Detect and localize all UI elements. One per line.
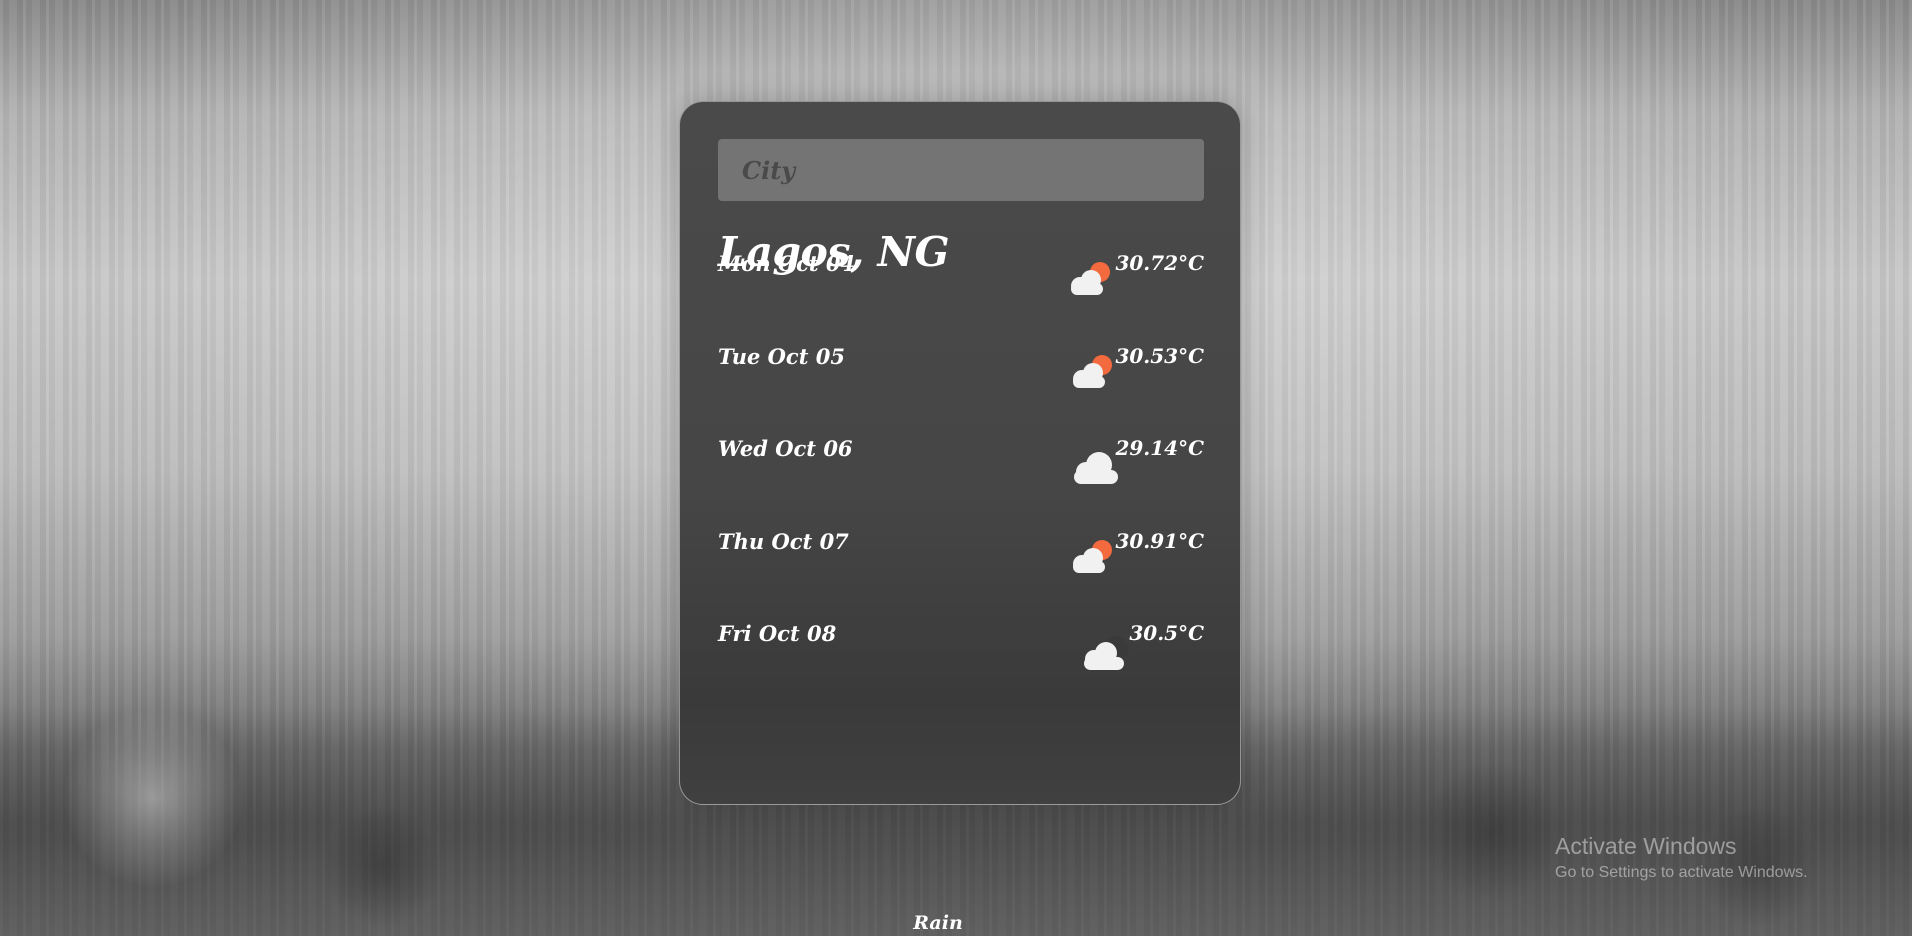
city-search-input[interactable] bbox=[718, 139, 1204, 201]
watermark-subtitle: Go to Settings to activate Windows. bbox=[1555, 864, 1808, 881]
forecast-day: Thu Oct 07 30.91°C bbox=[718, 529, 1204, 609]
sun-cloud-icon bbox=[1073, 355, 1112, 388]
watermark-title: Activate Windows bbox=[1555, 833, 1737, 859]
forecast-temperature: 29.14°C bbox=[1115, 436, 1204, 460]
forecast-temperature: 30.91°C bbox=[1115, 529, 1204, 553]
forecast-temperature: 30.72°C bbox=[1115, 251, 1204, 275]
forecast-temperature: 30.53°C bbox=[1115, 344, 1204, 368]
windows-activation-watermark: Activate Windows Go to Settings to activ… bbox=[1555, 833, 1808, 882]
weather-condition: Rain bbox=[913, 912, 963, 934]
forecast-day: Wed Oct 06 29.14°C bbox=[718, 436, 1204, 516]
forecast-date: Fri Oct 08 bbox=[718, 621, 837, 646]
sun-cloud-icon bbox=[1073, 540, 1112, 573]
forecast-date: Mon Oct 04 bbox=[718, 251, 856, 276]
forecast-date: Thu Oct 07 bbox=[718, 529, 849, 554]
weather-card: Lagos, NG Mon Oct 04 30.72°C Tue Oct 05 … bbox=[679, 101, 1241, 805]
forecast-date: Wed Oct 06 bbox=[718, 436, 853, 461]
sun-cloud-icon bbox=[1071, 262, 1110, 295]
forecast-date: Tue Oct 05 bbox=[718, 344, 845, 369]
forecast-day: Tue Oct 05 30.53°C bbox=[718, 344, 1204, 424]
forecast-temperature: 30.5°C bbox=[1129, 621, 1204, 645]
forecast-day: Mon Oct 04 30.72°C bbox=[718, 251, 1204, 331]
dark-cloud-icon bbox=[1084, 636, 1129, 670]
forecast-day: Fri Oct 08 30.5°C bbox=[718, 621, 1204, 701]
